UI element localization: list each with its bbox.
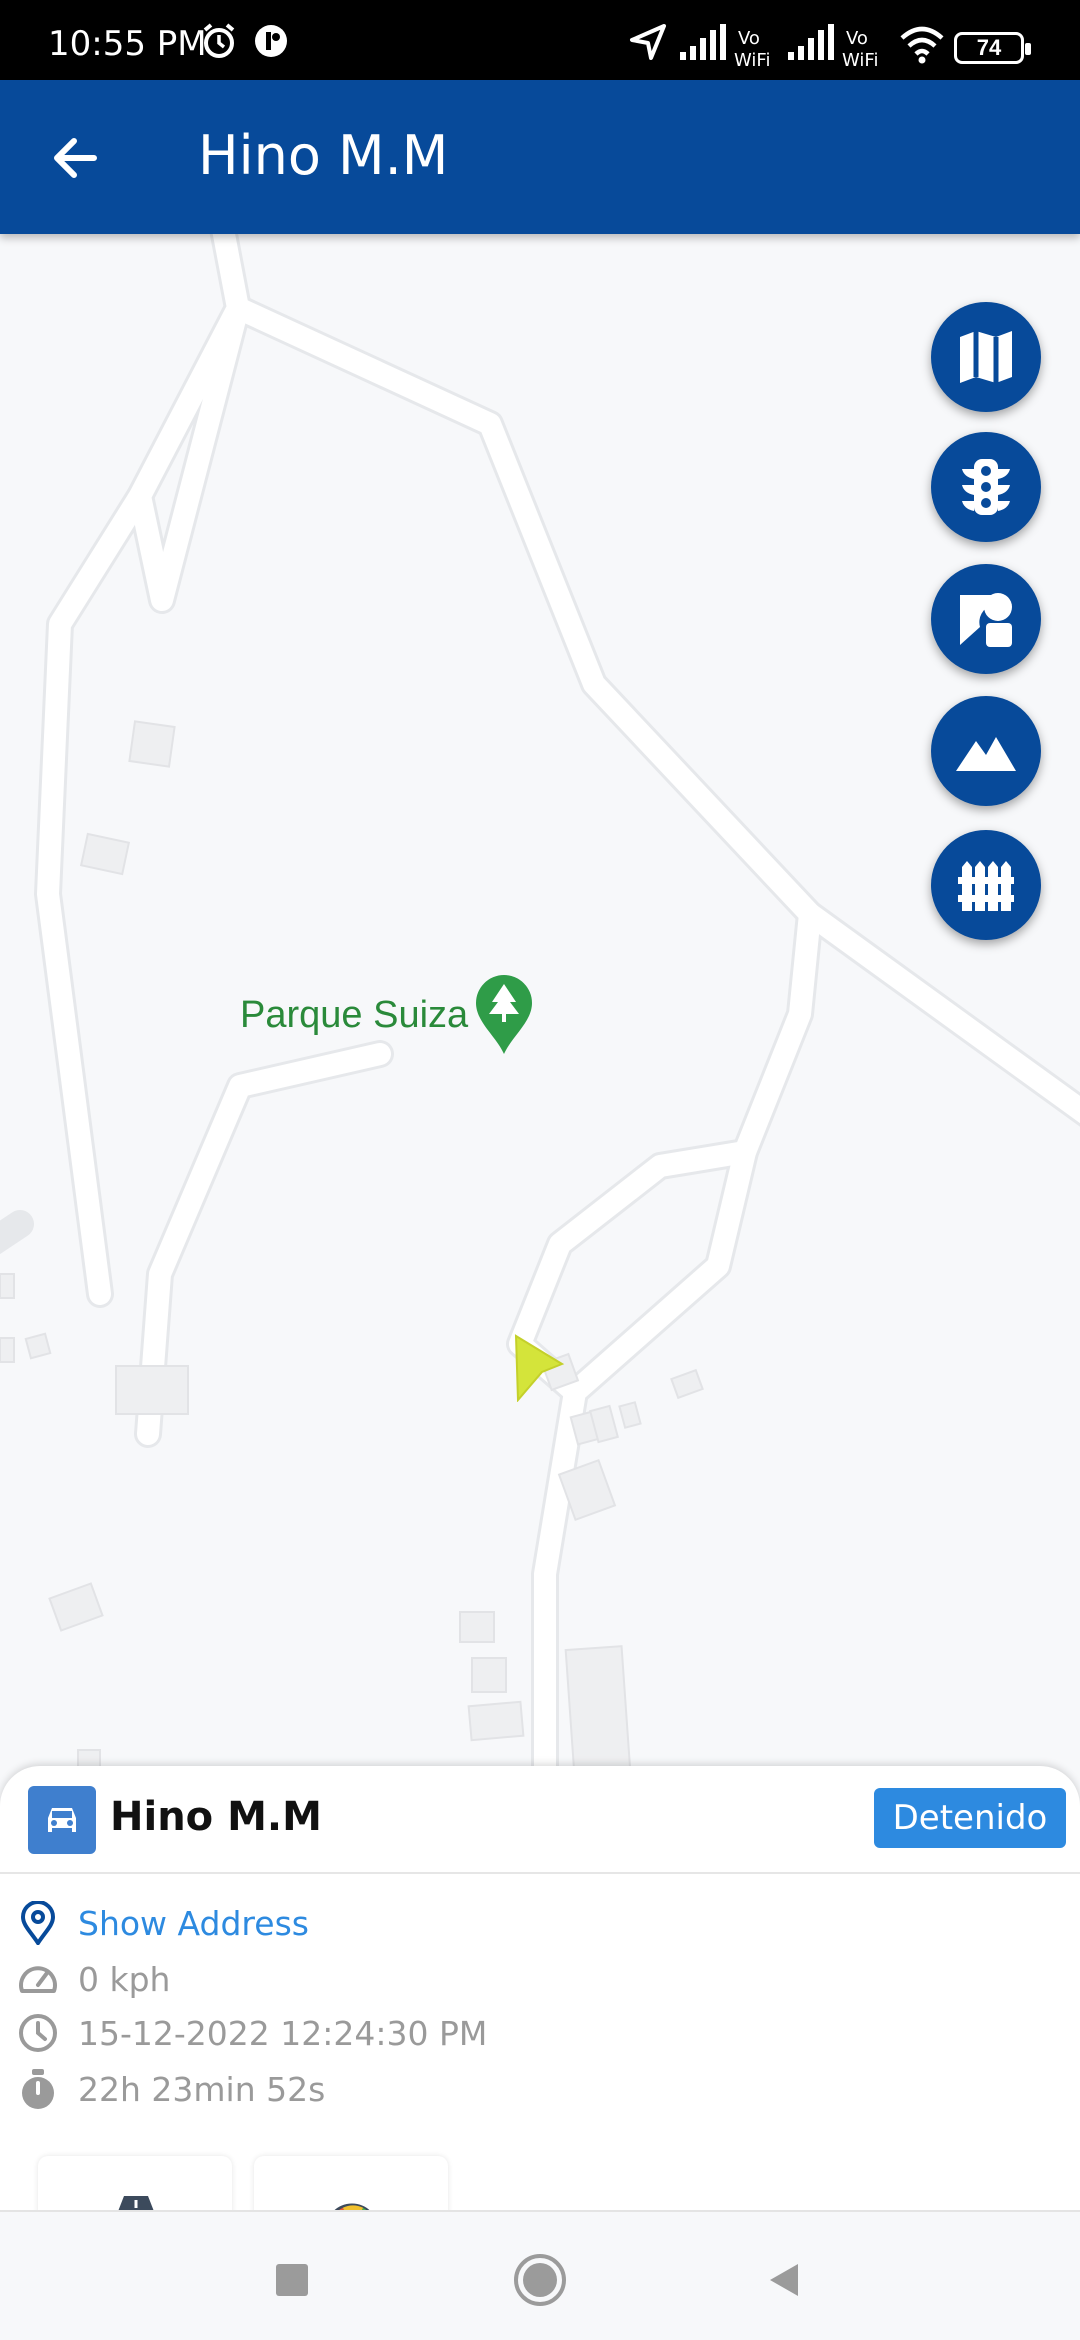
- page-title: Hino M.M: [198, 124, 449, 187]
- stopwatch-icon: [16, 2067, 60, 2111]
- duration-value: 22h 23min 52s: [78, 2069, 326, 2109]
- location-pin-icon: [16, 1901, 60, 1945]
- location-icon: [628, 22, 668, 67]
- app-bar: Hino M.M: [0, 80, 1080, 234]
- screen: 10:55 PM Vo WiFi Vo WiFi 74 Hino M.M Par…: [0, 0, 1080, 2340]
- shapes-icon: [960, 593, 1012, 647]
- battery-icon: 74: [954, 32, 1031, 64]
- speed-row: 0 kph: [16, 1954, 170, 2004]
- sheet-header: Hino M.M Detenido: [0, 1766, 1080, 1874]
- svg-text:WiFi: WiFi: [842, 50, 878, 68]
- map-type-button[interactable]: [931, 302, 1041, 412]
- address-row[interactable]: Show Address: [16, 1898, 309, 1948]
- traffic-light-icon: [962, 459, 1010, 515]
- poi-label[interactable]: Parque Suiza: [240, 994, 468, 1037]
- back-button[interactable]: [44, 126, 108, 190]
- home-button[interactable]: [510, 2250, 570, 2310]
- arrow-back-icon: [54, 138, 97, 178]
- timestamp-value: 15-12-2022 12:24:30 PM: [78, 2013, 488, 2053]
- status-badge: Detenido: [874, 1788, 1066, 1848]
- speed-value: 0 kph: [78, 1959, 171, 1999]
- app-notification-icon: [252, 22, 290, 65]
- terrain-button[interactable]: [931, 696, 1041, 806]
- map-view[interactable]: Parque Suiza: [0, 234, 1080, 1774]
- shapes-button[interactable]: [931, 564, 1041, 674]
- show-address-link[interactable]: Show Address: [78, 1904, 309, 1943]
- vowifi-icon: Vo WiFi: [842, 26, 888, 73]
- car-icon: [28, 1786, 96, 1854]
- duration-row: 22h 23min 52s: [16, 2064, 325, 2114]
- speedometer-icon: [16, 1957, 60, 2001]
- svg-text:Vo: Vo: [846, 28, 868, 49]
- system-nav-bar: [0, 2210, 1080, 2340]
- recents-button[interactable]: [262, 2250, 322, 2310]
- timestamp-row: 15-12-2022 12:24:30 PM: [16, 2008, 487, 2058]
- svg-text:WiFi: WiFi: [734, 50, 770, 68]
- traffic-button[interactable]: [931, 432, 1041, 542]
- geofence-button[interactable]: [931, 830, 1041, 940]
- park-tree-icon[interactable]: [474, 974, 534, 1056]
- clock-icon: [16, 2011, 60, 2055]
- map-roads: [0, 234, 1080, 1774]
- vowifi-icon: Vo WiFi: [734, 26, 780, 73]
- system-back-button[interactable]: [754, 2250, 814, 2310]
- status-time: 10:55 PM: [48, 24, 207, 64]
- signal-icon: [786, 22, 836, 67]
- home-circle-icon: [514, 2254, 566, 2306]
- wifi-icon: [898, 24, 946, 69]
- vehicle-name: Hino M.M: [110, 1794, 322, 1840]
- fence-icon: [958, 861, 1014, 911]
- terrain-icon: [956, 737, 1016, 771]
- svg-text:Vo: Vo: [738, 28, 760, 49]
- alarm-icon: [200, 22, 238, 65]
- recents-square-icon: [276, 2264, 308, 2296]
- vehicle-marker[interactable]: [508, 1332, 568, 1403]
- signal-icon: [678, 22, 728, 67]
- map-type-icon: [960, 331, 1012, 383]
- status-bar: 10:55 PM Vo WiFi Vo WiFi 74: [0, 0, 1080, 80]
- back-triangle-icon: [770, 2264, 798, 2296]
- vehicle-info-sheet: Hino M.M Detenido Show Address 0 kph 15-…: [0, 1766, 1080, 2210]
